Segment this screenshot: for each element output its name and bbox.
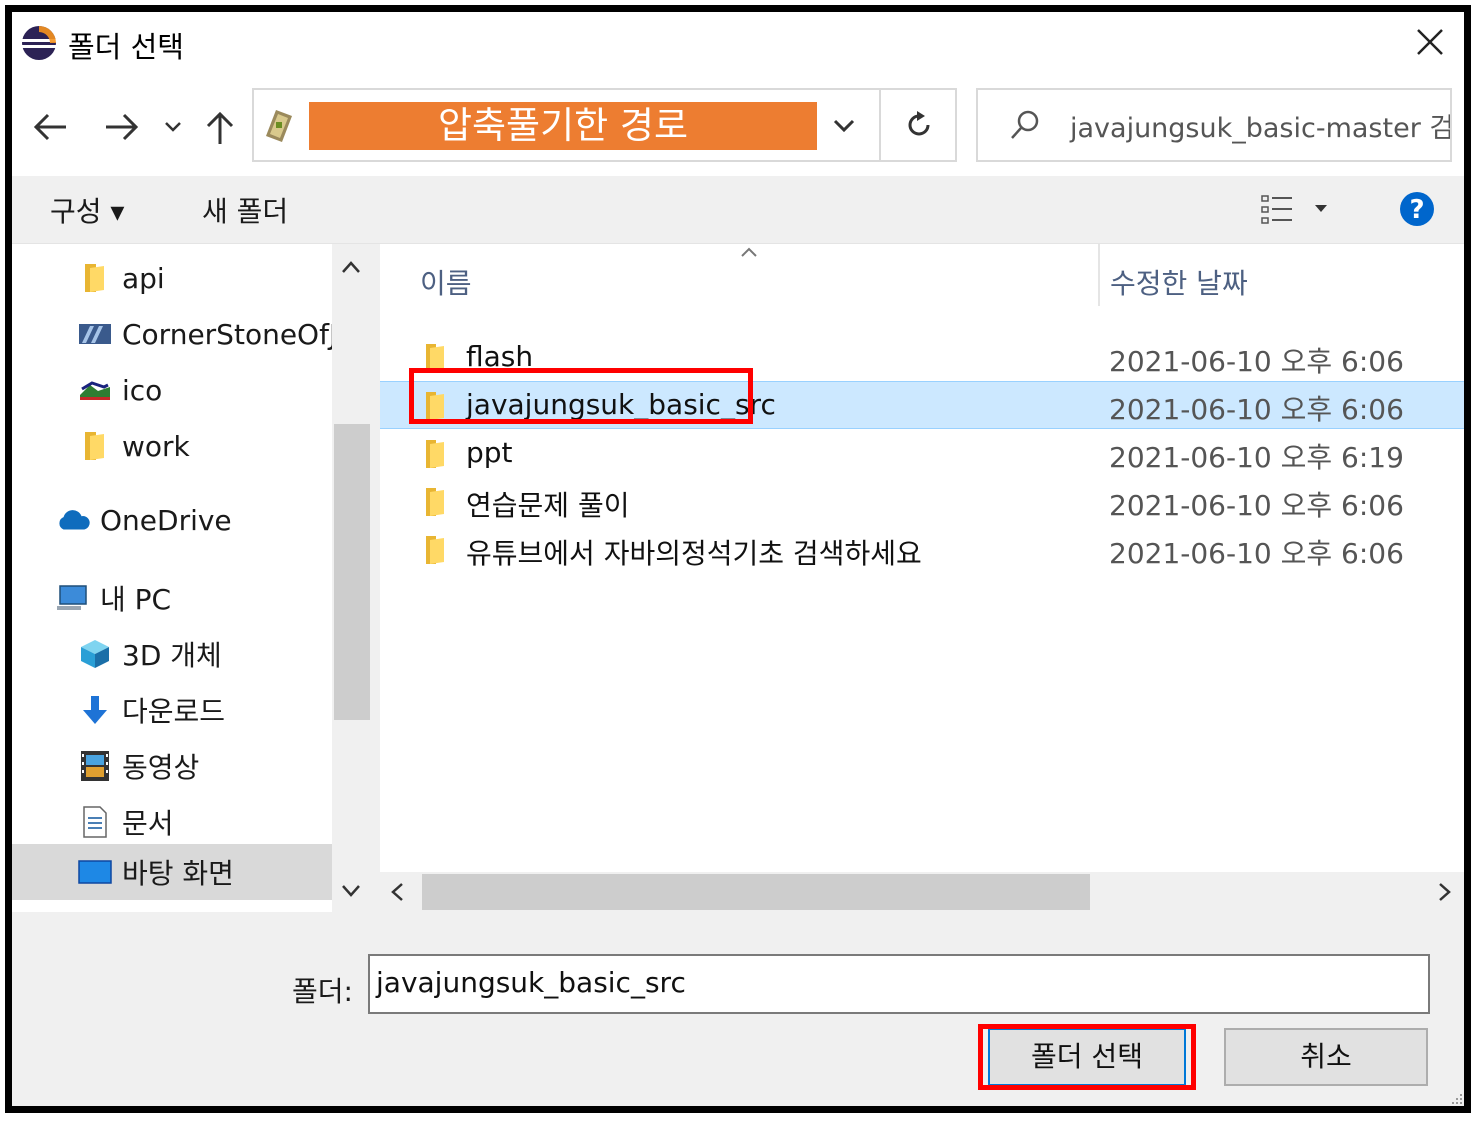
file-modified: 2021-06-10 오후 6:06 (1109, 489, 1404, 522)
sidebar-item-label: CornerStoneOfJ/ (122, 317, 347, 351)
sidebar-item-label: 내 PC (100, 583, 172, 616)
file-name: 연습문제 풀이 (466, 489, 630, 522)
scroll-down-icon[interactable] (341, 884, 361, 898)
select-folder-button[interactable]: 폴더 선택 (988, 1028, 1186, 1086)
folder-icon (426, 536, 444, 564)
scroll-up-icon[interactable] (341, 260, 361, 274)
sort-ascending-icon (741, 247, 757, 257)
address-separator (879, 90, 881, 160)
navigation-pane: api CornerStoneOfJ/ ico work OneDrive 내 … (12, 244, 347, 912)
folder-name-input[interactable]: javajungsuk_basic_src (368, 954, 1430, 1014)
file-row[interactable]: flash 2021-06-10 오후 6:06 (380, 334, 1464, 382)
file-name: javajungsuk_basic_src (466, 388, 776, 421)
sidebar-item-api[interactable]: api (78, 252, 165, 304)
folder-icon (78, 429, 112, 463)
cancel-button[interactable]: 취소 (1224, 1028, 1428, 1086)
file-row-selected[interactable]: javajungsuk_basic_src 2021-06-10 오후 6:06 (380, 381, 1464, 429)
chevron-down-icon[interactable] (164, 120, 182, 134)
sidebar-item-label: 동영상 (122, 751, 200, 784)
arrow-left-icon[interactable] (32, 112, 68, 142)
chevron-down-icon[interactable] (832, 118, 856, 134)
svg-text:?: ? (1409, 195, 1424, 225)
close-icon[interactable] (1410, 22, 1450, 62)
folder-field-label: 폴더: (292, 975, 353, 1008)
folder-path-icon (266, 110, 292, 142)
folder-select-dialog: 폴더 선택 압축풀기한 경로 javajungsuk_basic-master … (5, 5, 1471, 1113)
folder-icon (426, 392, 444, 420)
column-header-modified[interactable]: 수정한 날짜 (1110, 262, 1248, 302)
arrow-right-icon[interactable] (104, 112, 140, 142)
file-name: ppt (466, 436, 513, 469)
search-icon (1011, 110, 1039, 139)
view-options-icon[interactable] (1260, 194, 1294, 226)
sidebar-item-desktop[interactable]: 바탕 화면 (12, 844, 332, 900)
scrollbar-thumb[interactable] (334, 424, 370, 720)
file-row[interactable]: ppt 2021-06-10 오후 6:19 (380, 430, 1464, 478)
command-toolbar: 구성 ▾ 새 폴더 ? (12, 176, 1464, 244)
sidebar-item-cornerstone[interactable]: CornerStoneOfJ/ (78, 308, 347, 360)
search-input[interactable]: javajungsuk_basic-master 검... (1070, 106, 1450, 145)
desktop-icon (78, 855, 112, 889)
address-bar[interactable]: 압축풀기한 경로 (252, 88, 957, 162)
folder-icon (426, 488, 444, 516)
folder-icon (426, 344, 444, 372)
refresh-icon[interactable] (904, 110, 934, 140)
video-icon (78, 749, 112, 783)
title-bar: 폴더 선택 (12, 12, 1464, 76)
sidebar-item-label: ico (122, 373, 163, 407)
file-modified: 2021-06-10 오후 6:06 (1109, 537, 1404, 570)
sidebar-scrollbar[interactable] (332, 244, 370, 912)
file-row[interactable]: 유튜브에서 자바의정석기초 검색하세요 2021-06-10 오후 6:06 (380, 526, 1464, 574)
window-title: 폴더 선택 (68, 30, 184, 64)
sidebar-item-ico[interactable]: ico (78, 364, 162, 416)
sidebar-item-onedrive[interactable]: OneDrive (56, 494, 232, 546)
column-header-name[interactable]: 이름 (420, 262, 472, 302)
file-name: 유튜브에서 자바의정석기초 검색하세요 (466, 537, 922, 570)
sidebar-item-documents[interactable]: 문서 (78, 796, 174, 848)
arrow-up-icon[interactable] (206, 110, 234, 146)
address-path-text[interactable]: 압축풀기한 경로 (309, 102, 817, 150)
scrollbar-thumb[interactable] (422, 874, 1090, 910)
sidebar-item-this-pc[interactable]: 내 PC (56, 572, 171, 624)
sidebar-item-3d-objects[interactable]: 3D 개체 (78, 628, 222, 680)
search-box[interactable]: javajungsuk_basic-master 검... (976, 88, 1452, 162)
file-name: flash (466, 340, 534, 373)
folder-shortcut-icon (78, 373, 112, 407)
file-list-scrollbar[interactable] (380, 872, 1464, 912)
sidebar-item-downloads[interactable]: 다운로드 (78, 684, 225, 736)
navigation-bar: 압축풀기한 경로 javajungsuk_basic-master 검... (12, 76, 1464, 176)
scroll-right-icon[interactable] (1438, 882, 1452, 902)
sidebar-item-label: 3D 개체 (122, 639, 222, 672)
file-list: 이름 수정한 날짜 flash 2021-06-10 오후 6:06 javaj… (380, 244, 1464, 912)
caret-down-icon[interactable] (1314, 204, 1328, 214)
cube-icon (78, 637, 112, 671)
sidebar-item-label: OneDrive (100, 503, 232, 537)
organize-button[interactable]: 구성 ▾ (50, 190, 124, 230)
column-divider[interactable] (1098, 244, 1100, 306)
pc-icon (56, 581, 90, 615)
sidebar-item-label: 바탕 화면 (122, 857, 234, 890)
sidebar-item-label: work (122, 429, 190, 463)
file-row[interactable]: 연습문제 풀이 2021-06-10 오후 6:06 (380, 478, 1464, 526)
download-icon (78, 693, 112, 727)
help-icon[interactable]: ? (1398, 190, 1436, 228)
cloud-icon (56, 503, 90, 537)
folder-shortcut-icon (78, 317, 112, 351)
folder-icon (426, 440, 444, 468)
new-folder-button[interactable]: 새 폴더 (202, 190, 288, 230)
folder-icon (78, 261, 112, 295)
file-modified: 2021-06-10 오후 6:06 (1109, 393, 1404, 426)
eclipse-logo-icon (22, 26, 56, 60)
scroll-left-icon[interactable] (390, 882, 404, 902)
document-icon (78, 805, 112, 839)
sidebar-item-label: api (122, 261, 165, 295)
resize-grip-icon[interactable] (1448, 1090, 1464, 1106)
file-modified: 2021-06-10 오후 6:19 (1109, 441, 1404, 474)
file-modified: 2021-06-10 오후 6:06 (1109, 345, 1404, 378)
sidebar-item-label: 문서 (122, 807, 174, 840)
sidebar-item-label: 다운로드 (122, 695, 226, 728)
sidebar-item-work[interactable]: work (78, 420, 190, 472)
sidebar-item-videos[interactable]: 동영상 (78, 740, 199, 792)
